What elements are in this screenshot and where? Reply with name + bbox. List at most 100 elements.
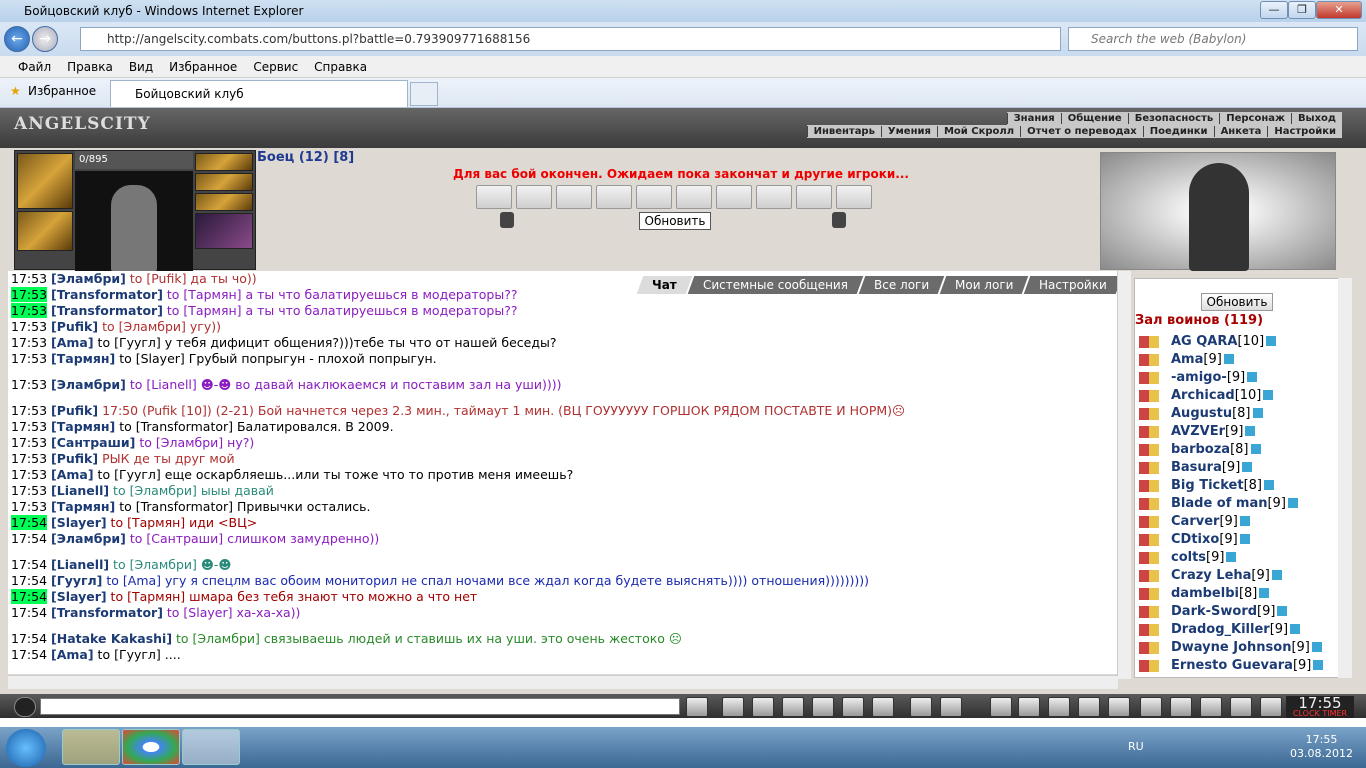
info-icon[interactable] [1271,570,1282,580]
explorer-icon[interactable] [62,729,120,765]
battle-icon[interactable] [1139,426,1159,438]
chat-author[interactable]: [Slayer] [51,589,107,604]
tab-my-logs[interactable]: Мои логи [939,276,1029,294]
ie-icon[interactable] [182,729,240,765]
battle-icon[interactable] [1139,444,1159,456]
player-name[interactable]: AVZVEr [1171,424,1225,439]
tab-all-logs[interactable]: Все логи [858,276,945,294]
battle-icon[interactable] [1139,408,1159,420]
forward-icon[interactable]: → [32,26,58,52]
chat-author[interactable]: [Pufik] [51,319,98,334]
link-character[interactable]: Персонаж [1219,113,1291,124]
maximize-button[interactable]: ❐ [1288,1,1316,19]
chat-author[interactable]: [Эламбри] [51,271,126,286]
speaker-icon[interactable] [872,697,894,717]
scroll-icon[interactable] [1078,697,1100,717]
link-knowledge[interactable]: Знания [1006,113,1061,124]
system-clock[interactable]: 17:55 03.08.2012 [1290,733,1353,761]
chat-author[interactable]: [Transformator] [51,605,163,620]
player-name[interactable]: Blade of man [1171,496,1267,511]
battle-icon[interactable] [1139,462,1159,474]
gloves-slot[interactable] [17,211,73,251]
player-row[interactable]: Dradog_Killer[9] [1135,621,1345,639]
chat-author[interactable]: [Тармян] [51,351,115,366]
info-icon[interactable] [1311,642,1322,652]
battle-icon[interactable] [1139,498,1159,510]
link-exit[interactable]: Выход [1290,113,1342,124]
battle-icon[interactable] [1139,660,1159,672]
player-name[interactable]: Archicad [1171,388,1235,403]
tab-system[interactable]: Системные сообщения [687,276,863,294]
link-transfers[interactable]: Отчет о переводах [1020,126,1143,137]
chat-author[interactable]: [Гуугл] [51,573,102,588]
menu-file[interactable]: Файл [10,56,59,78]
chat-author[interactable]: [Lianell] [51,557,109,572]
player-name[interactable]: Carver [1171,514,1219,529]
chat-vertical-scrollbar[interactable] [1117,271,1131,679]
chrome-icon[interactable] [122,729,180,765]
player-row[interactable]: Archicad[10] [1135,387,1345,405]
battle-icon[interactable] [1139,516,1159,528]
players-scrollbar[interactable] [1338,278,1352,678]
back-icon[interactable]: ← [4,26,30,52]
save-icon[interactable] [782,697,804,717]
mask-icon[interactable] [1200,697,1222,717]
helmet-slot[interactable] [17,153,73,209]
chat-author[interactable]: [Ama] [51,335,94,350]
player-row[interactable]: AVZVEr[9] [1135,423,1345,441]
link-inventory[interactable]: Инвентарь [806,126,881,137]
battle-icon[interactable] [1139,372,1159,384]
info-icon[interactable] [1239,516,1250,526]
player-row[interactable]: -amigo-[9] [1135,369,1345,387]
player-row[interactable]: Blade of man[9] [1135,495,1345,513]
player-row[interactable]: Carver[9] [1135,513,1345,531]
battle-icon[interactable] [1139,570,1159,582]
menu-view[interactable]: Вид [121,56,161,78]
helmet-icon[interactable] [940,697,962,717]
battle-icon[interactable] [1139,336,1159,348]
info-icon[interactable] [1259,588,1270,598]
info-icon[interactable] [1250,444,1261,454]
player-row[interactable]: colts[9] [1135,549,1345,567]
exit-icon[interactable] [1260,697,1282,717]
chat-author[interactable]: [Hatake Kakashi] [51,631,172,646]
player-name[interactable]: Basura [1171,460,1222,475]
favorites-button[interactable]: Избранное [28,84,96,98]
start-button[interactable] [6,729,46,767]
player-name[interactable]: Big Ticket [1171,478,1244,493]
link-skills[interactable]: Умения [880,126,937,137]
sword-icon[interactable] [1018,697,1040,717]
chat-author[interactable]: [Эламбри] [51,377,126,392]
player-row[interactable]: Ernesto Guevara[9] [1135,657,1345,675]
menu-tools[interactable]: Сервис [245,56,306,78]
player-name[interactable]: Dradog_Killer [1171,622,1270,637]
scroll-slot[interactable] [756,185,792,209]
filter-icon[interactable] [752,697,774,717]
player-row[interactable]: dambelbi[8] [1135,585,1345,603]
menu-favorites[interactable]: Избранное [161,56,245,78]
info-icon[interactable] [1263,480,1274,490]
info-icon[interactable] [1252,408,1263,418]
link-communication[interactable]: Общение [1060,113,1128,124]
chat-author[interactable]: [Pufik] [51,403,98,418]
running-man-icon[interactable] [812,697,834,717]
chat-author[interactable]: [Transformator] [51,303,163,318]
info-icon[interactable] [1290,624,1301,634]
player-row[interactable]: CDtixo[9] [1135,531,1345,549]
close-button[interactable]: ✕ [1316,1,1362,19]
battle-icon[interactable] [1139,606,1159,618]
player-name[interactable]: colts [1171,550,1206,565]
player-row[interactable]: barboza[8] [1135,441,1345,459]
player-name[interactable]: AG QARA [1171,334,1237,349]
battle-icon[interactable] [1139,552,1159,564]
battle-icon[interactable] [1139,588,1159,600]
tab-game[interactable]: Бойцовский клуб [110,80,408,107]
amulet-slot[interactable] [195,153,253,171]
player-name[interactable]: -amigo- [1171,370,1227,385]
link-duels[interactable]: Поединки [1142,126,1214,137]
pl-icon[interactable] [842,697,864,717]
scroll-slot[interactable] [836,185,872,209]
rings-slot[interactable] [195,193,253,211]
chat-author[interactable]: [Transformator] [51,287,163,302]
eraser-icon[interactable] [722,697,744,717]
